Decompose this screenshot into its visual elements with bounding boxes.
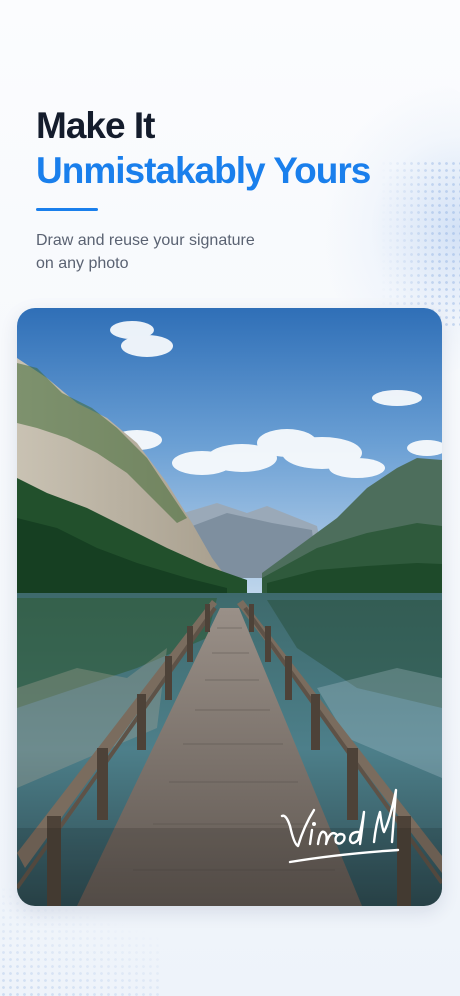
signature-overlay [280,788,400,864]
headline-line-2: Unmistakably Yours [36,150,371,191]
subtitle: Draw and reuse your signature on any pho… [36,232,255,272]
onboarding-screen: Make It Unmistakably Yours Draw and reus… [0,0,460,996]
accent-underline [36,208,98,211]
header: Make It Unmistakably Yours Draw and reus… [36,104,436,275]
headline-line-1: Make It [36,105,155,146]
